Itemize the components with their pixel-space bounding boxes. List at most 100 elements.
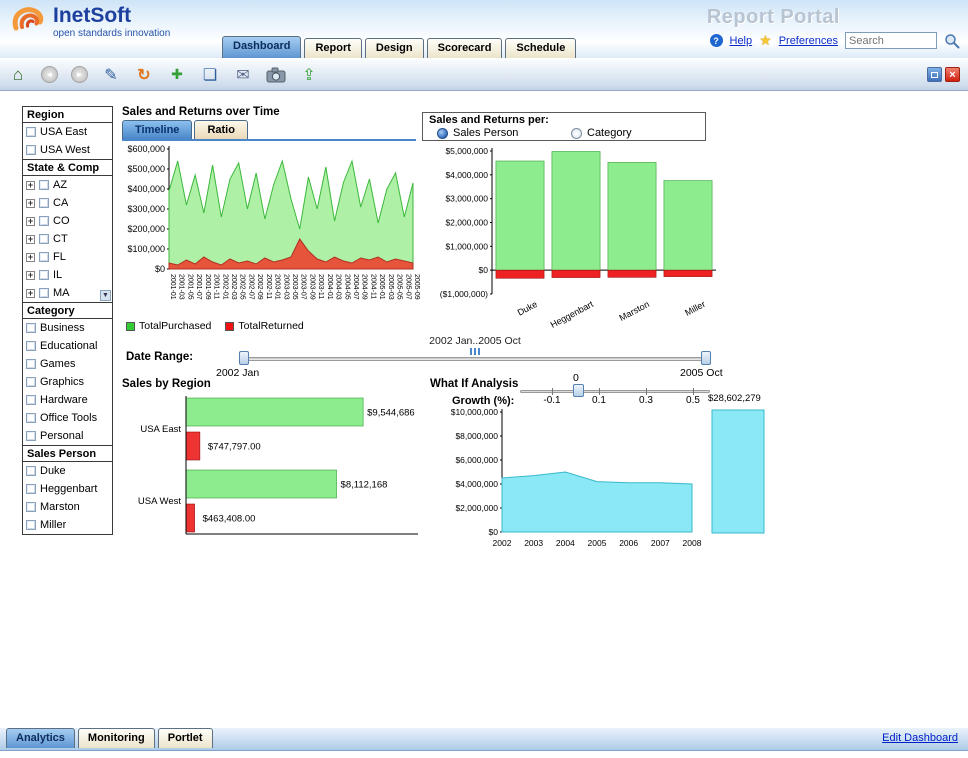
preferences-link[interactable]: Preferences xyxy=(779,35,838,47)
slider-track[interactable] xyxy=(240,357,710,361)
slider-track[interactable] xyxy=(520,390,710,393)
checkbox[interactable] xyxy=(39,198,49,208)
edit-dashboard-link[interactable]: Edit Dashboard xyxy=(882,732,958,744)
checkbox[interactable] xyxy=(26,484,36,494)
expand-icon[interactable]: + xyxy=(26,289,35,298)
checkbox[interactable] xyxy=(26,395,36,405)
bottom-tab-analytics[interactable]: Analytics xyxy=(6,728,75,748)
checkbox[interactable] xyxy=(26,359,36,369)
checkbox[interactable] xyxy=(39,180,49,190)
sidebar-item-ca[interactable]: +CA xyxy=(23,194,112,212)
sidebar-item-graphics[interactable]: Graphics xyxy=(23,373,112,391)
sidebar-item-personal[interactable]: Personal xyxy=(23,427,112,445)
expand-icon[interactable]: + xyxy=(26,181,35,190)
x-tick-label: 2001-09 xyxy=(204,274,211,300)
minimize-icon[interactable] xyxy=(927,67,942,82)
help-icon[interactable]: ? xyxy=(710,34,723,47)
radio-icon[interactable] xyxy=(571,128,582,139)
checkbox[interactable] xyxy=(26,145,36,155)
range-start-handle[interactable] xyxy=(239,351,249,365)
timeline-tab-timeline[interactable]: Timeline xyxy=(122,120,192,139)
expand-icon[interactable]: + xyxy=(26,217,35,226)
expand-icon[interactable]: + xyxy=(26,271,35,280)
range-end-handle[interactable] xyxy=(701,351,711,365)
y-tick-label: $0 xyxy=(155,264,165,274)
back-icon[interactable]: ◄ xyxy=(41,66,58,83)
email-icon[interactable]: ✉ xyxy=(233,65,253,85)
sidebar-item-az[interactable]: + AZ xyxy=(23,176,112,194)
preferences-star-icon[interactable]: ★ xyxy=(759,34,772,47)
export-icon[interactable]: ⇪ xyxy=(299,65,319,85)
checkbox[interactable] xyxy=(39,234,49,244)
region-svg[interactable]: $9,544,686$747,797.00USA East$8,112,168$… xyxy=(122,392,427,542)
checkbox[interactable] xyxy=(39,216,49,226)
bottom-tab-monitoring[interactable]: Monitoring xyxy=(78,728,155,748)
sidebar-item-hardware[interactable]: Hardware xyxy=(23,391,112,409)
nav-tab-dashboard[interactable]: Dashboard xyxy=(222,36,301,58)
x-tick-label: 2002-03 xyxy=(230,274,237,300)
date-range-slider[interactable] xyxy=(240,350,710,366)
add-icon[interactable]: ✚ xyxy=(167,65,187,85)
nav-tab-report[interactable]: Report xyxy=(304,38,361,58)
item-label: AZ xyxy=(53,179,67,191)
search-input[interactable] xyxy=(845,32,937,49)
checkbox[interactable] xyxy=(26,413,36,423)
edit-icon[interactable]: ✎ xyxy=(101,65,121,85)
checkbox[interactable] xyxy=(26,341,36,351)
sidebar-item-ma[interactable]: +MA xyxy=(23,284,112,302)
help-link[interactable]: Help xyxy=(730,35,753,47)
checkbox[interactable] xyxy=(39,252,49,262)
nav-tab-scorecard[interactable]: Scorecard xyxy=(427,38,503,58)
expand-icon[interactable]: + xyxy=(26,235,35,244)
nav-tab-schedule[interactable]: Schedule xyxy=(505,38,576,58)
checkbox[interactable] xyxy=(26,466,36,476)
refresh-icon[interactable]: ↻ xyxy=(134,65,154,85)
total-svg[interactable]: $28,602,279 xyxy=(706,390,790,540)
whatif-svg[interactable]: $10,000,000$8,000,000$6,000,000$4,000,00… xyxy=(440,404,700,556)
radio-option-sales-person[interactable]: Sales Person xyxy=(437,127,571,139)
scroll-down-button[interactable]: ▼ xyxy=(100,290,111,301)
home-icon[interactable]: ⌂ xyxy=(8,65,28,85)
camera-icon[interactable] xyxy=(266,65,286,85)
sidebar-item-games[interactable]: Games xyxy=(23,355,112,373)
sidebar-item-duke[interactable]: Duke xyxy=(23,462,112,480)
sidebar-item-miller[interactable]: Miller xyxy=(23,516,112,534)
sidebar-item-marston[interactable]: Marston xyxy=(23,498,112,516)
legend-label: TotalPurchased xyxy=(139,320,211,332)
expand-icon[interactable]: + xyxy=(26,253,35,262)
checkbox[interactable] xyxy=(26,431,36,441)
checkbox[interactable] xyxy=(26,520,36,530)
per-svg[interactable]: $5,000,000$4,000,000$3,000,000$2,000,000… xyxy=(428,143,720,319)
y-tick-label: $5,000,000 xyxy=(445,146,488,156)
radio-icon[interactable] xyxy=(437,128,448,139)
checkbox[interactable] xyxy=(26,127,36,137)
sidebar-item-co[interactable]: +CO xyxy=(23,212,112,230)
close-icon[interactable]: × xyxy=(945,67,960,82)
checkbox[interactable] xyxy=(39,288,49,298)
forward-icon[interactable]: ► xyxy=(71,66,88,83)
radio-option-category[interactable]: Category xyxy=(571,127,705,139)
sidebar-item-office-tools[interactable]: Office Tools xyxy=(23,409,112,427)
sidebar-item-heggenbart[interactable]: Heggenbart xyxy=(23,480,112,498)
nav-tab-design[interactable]: Design xyxy=(365,38,424,58)
sidebar-item-fl[interactable]: +FL xyxy=(23,248,112,266)
timeline-tab-ratio[interactable]: Ratio xyxy=(194,120,248,139)
checkbox[interactable] xyxy=(26,502,36,512)
bottom-tab-portlet[interactable]: Portlet xyxy=(158,728,213,748)
sidebar-item-educational[interactable]: Educational xyxy=(23,337,112,355)
sidebar-item-usa-west[interactable]: USA West xyxy=(23,141,112,159)
sidebar-item-usa-east[interactable]: USA East xyxy=(23,123,112,141)
search-icon[interactable] xyxy=(944,33,960,49)
checkbox[interactable] xyxy=(39,270,49,280)
timeline-svg[interactable]: $600,000$500,000$400,000$300,000$200,000… xyxy=(122,141,418,313)
checkbox[interactable] xyxy=(26,377,36,387)
sidebar-item-ct[interactable]: +CT xyxy=(23,230,112,248)
open-icon[interactable]: ❏ xyxy=(200,65,220,85)
x-tick-label: 2002-05 xyxy=(239,274,246,300)
sidebar-item-business[interactable]: Business xyxy=(23,319,112,337)
inetsoft-logo: InetSoft open standards innovation xyxy=(8,4,170,39)
report-portal-window: InetSoft open standards innovation Repor… xyxy=(0,0,968,758)
expand-icon[interactable]: + xyxy=(26,199,35,208)
checkbox[interactable] xyxy=(26,323,36,333)
sidebar-item-il[interactable]: +IL xyxy=(23,266,112,284)
